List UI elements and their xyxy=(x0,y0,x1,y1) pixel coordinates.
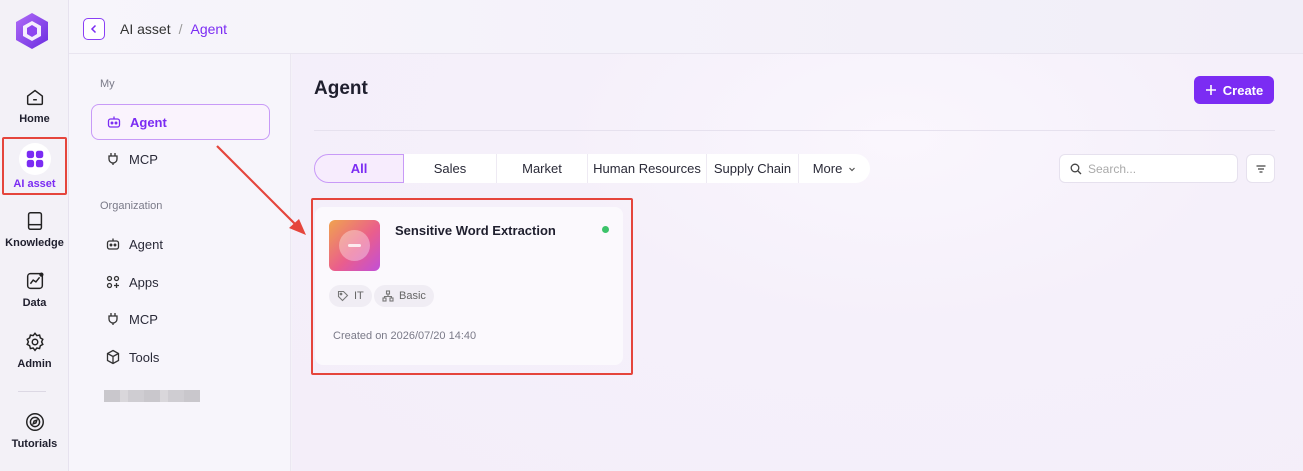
create-label: Create xyxy=(1222,82,1264,98)
search-box[interactable] xyxy=(1059,154,1238,183)
compass-icon xyxy=(25,413,44,431)
sidebar-item-label: Agent xyxy=(129,236,163,252)
rail-label: Knowledge xyxy=(5,237,64,249)
cube-icon xyxy=(106,349,120,365)
page-title: Agent xyxy=(314,78,368,99)
rail-divider xyxy=(18,391,46,392)
plug-icon xyxy=(108,153,118,165)
gear-icon xyxy=(25,332,44,352)
tab-supply-chain[interactable]: Supply Chain xyxy=(707,154,799,183)
sidebar-item-label: MCP xyxy=(129,151,158,167)
tab-human-resources[interactable]: Human Resources xyxy=(588,154,707,183)
breadcrumb-separator: / xyxy=(178,21,183,37)
rail-label: Admin xyxy=(17,358,52,370)
filter-button[interactable] xyxy=(1246,154,1275,183)
top-bar: AI asset / Agent xyxy=(69,0,1303,54)
sidebar-item-label: Apps xyxy=(129,274,159,290)
tag-category: IT xyxy=(329,285,372,307)
tag-level: Basic xyxy=(374,285,434,307)
rail-label: Tutorials xyxy=(11,438,58,450)
rail-item-ai-asset[interactable]: AI asset xyxy=(0,143,69,190)
hierarchy-icon xyxy=(382,290,394,302)
sidebar-item-my-agent[interactable]: Agent xyxy=(91,104,270,140)
search-input[interactable] xyxy=(1088,161,1228,176)
search-icon xyxy=(1070,163,1082,174)
rail-active-bg xyxy=(18,143,51,175)
sidebar-item-my-mcp[interactable]: MCP xyxy=(91,141,270,177)
sidebar-item-label: MCP xyxy=(129,311,158,327)
section-title-organization: Organization xyxy=(100,200,163,212)
asset-sidebar: My Agent MCP Organization Agent Apps MCP… xyxy=(69,54,291,471)
header-divider xyxy=(314,130,1275,131)
blurred-item xyxy=(104,390,200,402)
chevron-left-icon xyxy=(90,24,97,34)
rail-label: Home xyxy=(19,113,50,125)
sidebar-item-org-mcp[interactable]: MCP xyxy=(91,301,270,337)
tab-more[interactable]: More xyxy=(799,154,870,183)
agent-avatar xyxy=(329,220,380,271)
apps-icon xyxy=(106,275,120,289)
sidebar-item-label: Tools xyxy=(129,349,160,365)
tag-icon xyxy=(337,290,349,302)
tab-more-label: More xyxy=(812,161,843,176)
app-logo[interactable] xyxy=(13,11,51,51)
filter-icon xyxy=(1256,164,1265,173)
rail-label: AI asset xyxy=(13,178,56,190)
robot-icon xyxy=(107,116,121,128)
sidebar-item-label: Agent xyxy=(130,114,167,130)
robot-icon xyxy=(106,238,120,250)
create-button[interactable]: Create xyxy=(1194,76,1274,104)
agent-card[interactable]: Sensitive Word Extraction IT Basic Creat… xyxy=(315,207,623,365)
home-icon xyxy=(26,89,43,106)
plus-icon xyxy=(1205,85,1216,95)
tab-sales[interactable]: Sales xyxy=(404,154,497,183)
tag-label: Basic xyxy=(399,290,426,302)
rail-label: Data xyxy=(22,297,47,309)
plug-icon xyxy=(108,313,118,325)
chart-icon xyxy=(26,272,44,290)
book-icon xyxy=(27,212,42,230)
sidebar-item-org-agent[interactable]: Agent xyxy=(91,226,270,262)
back-button[interactable] xyxy=(83,18,105,40)
breadcrumb: AI asset / Agent xyxy=(120,21,227,37)
nav-rail: Home AI asset Knowledge Data Admin Tutor… xyxy=(0,0,69,471)
rail-item-data[interactable]: Data xyxy=(0,270,69,309)
section-title-my: My xyxy=(100,78,115,90)
avatar-bar xyxy=(348,244,361,247)
rail-item-admin[interactable]: Admin xyxy=(0,331,69,370)
created-date: Created on 2026/07/20 14:40 xyxy=(333,330,477,342)
status-indicator xyxy=(602,226,609,233)
rail-item-tutorials[interactable]: Tutorials xyxy=(0,411,69,450)
chevron-down-icon xyxy=(849,167,856,171)
rail-item-home[interactable]: Home xyxy=(0,86,69,125)
rail-item-knowledge[interactable]: Knowledge xyxy=(0,210,69,249)
sidebar-item-org-apps[interactable]: Apps xyxy=(91,264,270,300)
sidebar-item-org-tools[interactable]: Tools xyxy=(91,339,270,375)
tag-label: IT xyxy=(354,290,364,302)
category-tabs: All Sales Market Human Resources Supply … xyxy=(314,154,870,183)
breadcrumb-current: Agent xyxy=(190,21,228,37)
main-content: Agent Create All Sales Market Human Reso… xyxy=(292,54,1303,471)
tab-market[interactable]: Market xyxy=(497,154,588,183)
agent-title: Sensitive Word Extraction xyxy=(395,223,556,238)
grid-icon xyxy=(26,150,43,168)
tab-all[interactable]: All xyxy=(314,154,404,183)
breadcrumb-root[interactable]: AI asset xyxy=(120,21,171,37)
